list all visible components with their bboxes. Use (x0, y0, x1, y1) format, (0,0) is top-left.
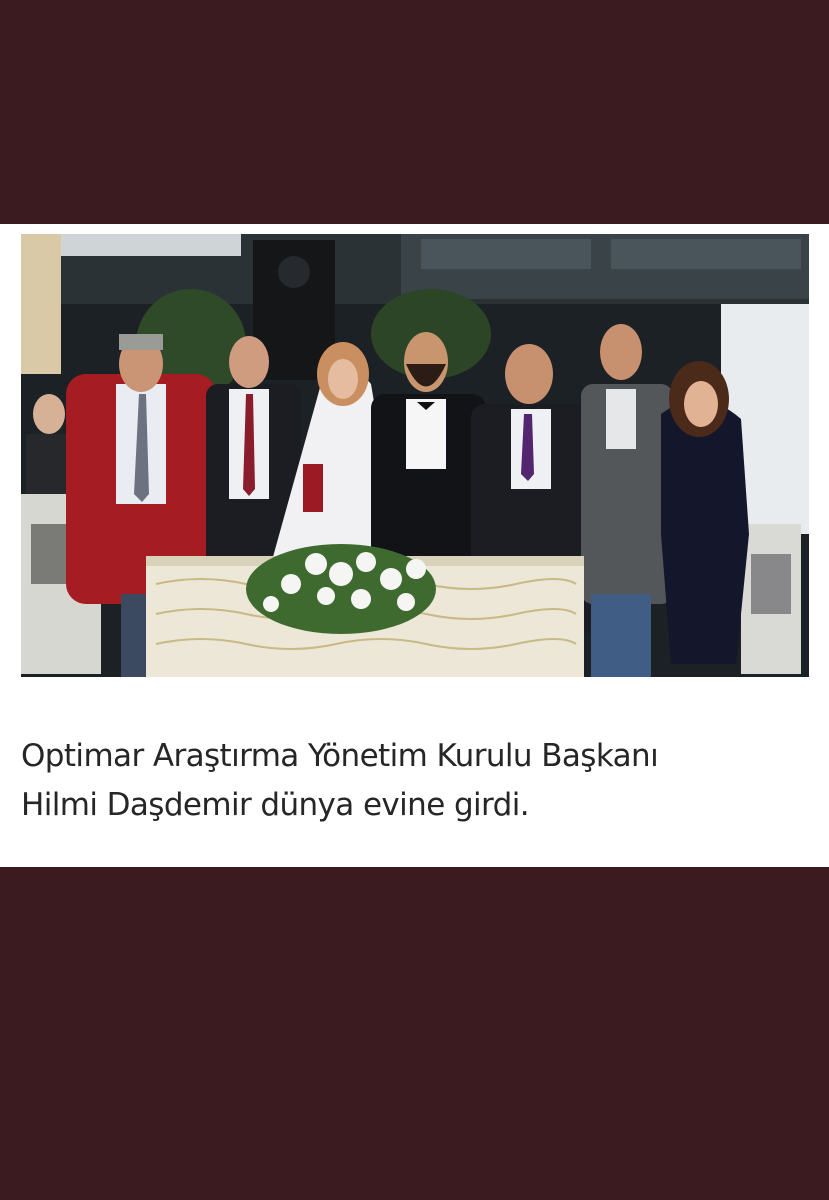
top-background-band (0, 0, 829, 224)
post-caption: Optimar Araştırma Yönetim Kurulu Başkanı… (21, 732, 811, 830)
post-photo[interactable] (21, 234, 809, 677)
caption-line: Optimar Araştırma Yönetim Kurulu Başkanı (21, 738, 659, 774)
caption-line: Hilmi Daşdemir dünya evine girdi. (21, 787, 530, 823)
post-card: Optimar Araştırma Yönetim Kurulu Başkanı… (0, 224, 829, 867)
bottom-background-band (0, 867, 829, 1200)
wedding-photo-illustration (21, 234, 809, 677)
